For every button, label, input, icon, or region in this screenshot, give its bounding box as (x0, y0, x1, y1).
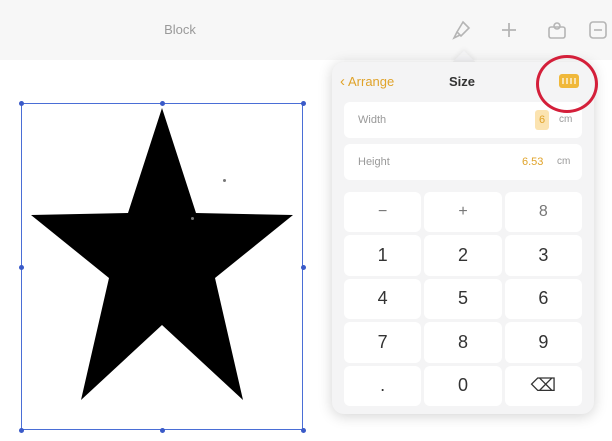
key-7[interactable]: 7 (344, 322, 422, 363)
width-unit: cm (559, 114, 573, 125)
key-3[interactable]: 3 (504, 235, 582, 276)
paintbrush-icon[interactable] (449, 18, 473, 42)
back-button[interactable]: ‹ Arrange (340, 74, 394, 89)
key-2[interactable]: 2 (424, 235, 502, 276)
key-9[interactable]: 9 (504, 322, 582, 363)
key-1[interactable]: 1 (344, 235, 422, 276)
height-label: Height (358, 156, 390, 168)
key-0[interactable]: 0 (424, 365, 502, 406)
resize-handle-bottom-right[interactable] (301, 428, 306, 433)
resize-handle-left[interactable] (19, 265, 24, 270)
share-icon[interactable] (545, 18, 569, 42)
key-minus[interactable]: − (344, 192, 422, 233)
height-unit: cm (557, 156, 571, 167)
resize-handle-top-right[interactable] (301, 101, 306, 106)
back-button-label: Arrange (348, 74, 395, 89)
document-title[interactable]: Block (150, 22, 210, 37)
resize-handle-bottom-left[interactable] (19, 428, 24, 433)
more-icon[interactable] (586, 18, 610, 42)
resize-handle-bottom[interactable] (160, 428, 165, 433)
popover-title: Size (448, 74, 475, 89)
width-field[interactable]: Width 6 cm (344, 102, 582, 138)
key-4[interactable]: 4 (344, 278, 422, 320)
key-plus[interactable]: + (424, 192, 502, 233)
key-6[interactable]: 6 (504, 278, 582, 320)
annotation-circle (536, 55, 598, 113)
key-8[interactable]: 8 (424, 322, 502, 363)
shape-control-point[interactable] (223, 179, 226, 182)
height-value: 6.53 (522, 156, 544, 168)
plus-icon[interactable] (497, 18, 521, 42)
width-label: Width (358, 114, 387, 126)
resize-handle-top[interactable] (160, 101, 165, 106)
selection-box[interactable] (21, 103, 303, 430)
resize-handle-right[interactable] (301, 265, 306, 270)
shape-control-point[interactable] (191, 217, 194, 220)
key-8-top[interactable]: 8 (504, 192, 582, 233)
resize-handle-top-left[interactable] (19, 101, 24, 106)
key-5[interactable]: 5 (424, 278, 502, 320)
size-popover: ‹ Arrange Size Width 6 cm Height 6.53 cm… (332, 62, 594, 414)
height-field[interactable]: Height 6.53 cm (344, 144, 582, 180)
numeric-keypad: − + 8 1 2 3 4 5 6 7 8 9 . 0 ⌫ (344, 192, 582, 406)
top-toolbar: Block (0, 0, 612, 60)
width-value: 6 (539, 114, 546, 126)
backspace-icon[interactable]: ⌫ (504, 365, 582, 406)
chevron-left-icon: ‹ (340, 73, 345, 90)
key-decimal[interactable]: . (344, 365, 422, 406)
